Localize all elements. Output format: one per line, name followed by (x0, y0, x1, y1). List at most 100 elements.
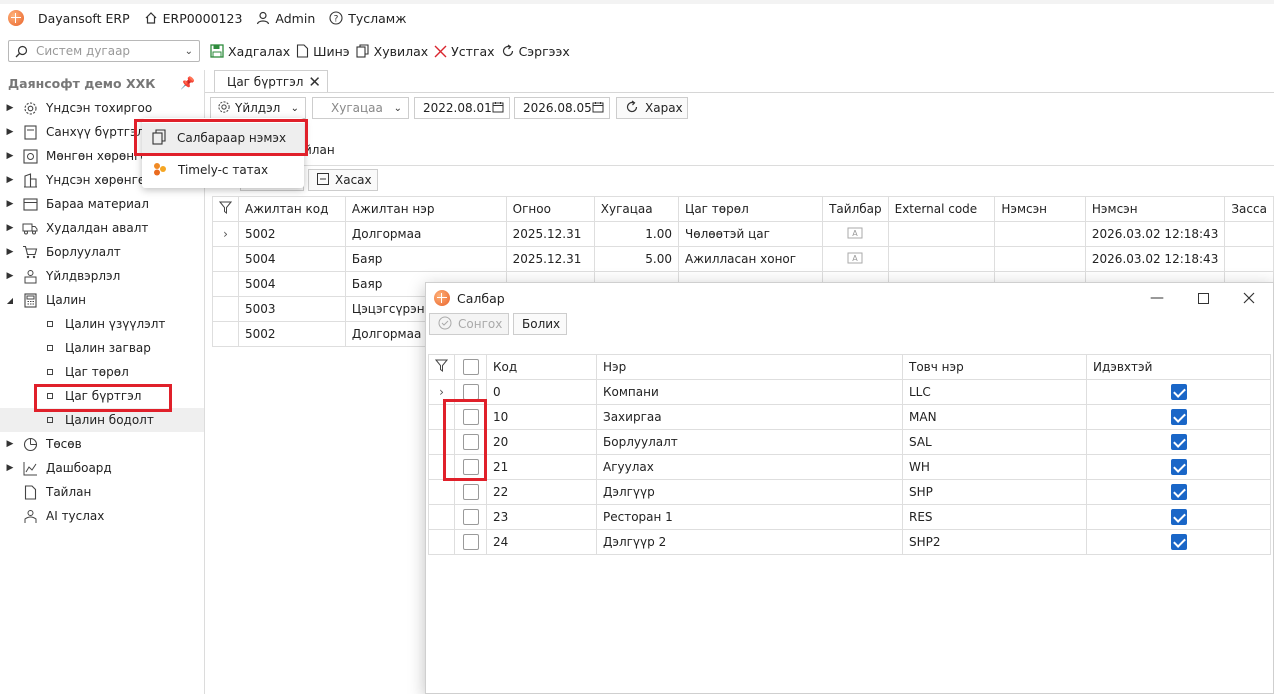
active-checkbox[interactable] (1170, 434, 1187, 450)
view-button[interactable]: Харах (616, 97, 688, 119)
close-icon[interactable] (1234, 287, 1264, 309)
active-checkbox[interactable] (1170, 509, 1187, 525)
row-checkbox[interactable] (462, 509, 479, 525)
col-added-by[interactable]: Нэмсэн (994, 196, 1086, 222)
sidebar-subitem-time-type[interactable]: Цаг төрөл (0, 360, 204, 384)
report-tab-fragment[interactable]: йлан (304, 143, 335, 157)
copy-button[interactable]: Хувилах (356, 44, 428, 59)
calendar-icon[interactable] (592, 101, 604, 116)
expand-arrow-icon[interactable]: ▶ (2, 151, 18, 161)
active-checkbox[interactable] (1170, 384, 1187, 400)
chevron-down-icon[interactable]: ⌄ (185, 46, 193, 57)
sidebar-item-production[interactable]: ▶ Үйлдвэрлэл (0, 264, 204, 288)
calendar-icon[interactable] (492, 101, 504, 116)
col-code[interactable]: Код (486, 354, 597, 380)
expand-arrow-icon[interactable]: ▶ (2, 247, 18, 257)
col-active[interactable]: Идэвхтэй (1086, 354, 1271, 380)
expand-arrow-icon[interactable]: ▶ (2, 463, 18, 473)
expand-arrow-icon[interactable]: ▶ (2, 175, 18, 185)
col-description[interactable]: Тайлбар (822, 196, 889, 222)
new-button[interactable]: Шинэ (296, 44, 350, 59)
sidebar-item-dashboard[interactable]: ▶ Дашбоард (0, 456, 204, 480)
table-row[interactable]: 21 Агуулах WH (428, 454, 1271, 480)
sidebar-subitem-payroll-indicator[interactable]: Цалин үзүүлэлт (0, 312, 204, 336)
col-name[interactable]: Нэр (596, 354, 903, 380)
remove-button[interactable]: Хасах (308, 169, 378, 191)
expand-arrow-icon[interactable]: ▶ (2, 103, 18, 113)
sidebar-subitem-time-entry[interactable]: Цаг бүртгэл (0, 384, 204, 408)
sidebar-item-payroll[interactable]: ◢ Цалин (0, 288, 204, 312)
sidebar-item-budget[interactable]: ▶ Төсөв (0, 432, 204, 456)
select-button[interactable]: Сонгох (429, 313, 509, 335)
sidebar-item-purchase[interactable]: ▶ Худалдан авалт (0, 216, 204, 240)
table-row[interactable]: 23 Ресторан 1 RES (428, 504, 1271, 530)
save-button[interactable]: Хадгалах (210, 44, 290, 59)
expand-arrow-icon[interactable]: ▶ (2, 439, 18, 449)
expand-arrow-icon[interactable]: ▶ (2, 271, 18, 281)
active-checkbox[interactable] (1170, 484, 1187, 500)
col-external-code[interactable]: External code (887, 196, 996, 222)
filter-icon[interactable] (212, 196, 239, 222)
close-icon[interactable]: ✕ (308, 73, 321, 91)
row-expander-icon[interactable]: › (428, 379, 455, 405)
table-row[interactable]: › 0 Компани LLC (428, 379, 1271, 405)
col-date[interactable]: Огноо (505, 196, 595, 222)
table-row[interactable]: 20 Борлуулалт SAL (428, 429, 1271, 455)
table-row[interactable]: › 5002 Долгормаа 2025.12.31 1.00 Чөлөөтэ… (212, 221, 1274, 247)
table-row[interactable]: 10 Захиргаа MAN (428, 404, 1271, 430)
sidebar-item-settings[interactable]: ▶ Үндсэн тохиргоо (0, 96, 204, 120)
sidebar-subitem-payroll-calc[interactable]: Цалин бодолт (0, 408, 204, 432)
system-number-search[interactable]: ⌄ (8, 40, 200, 62)
row-checkbox[interactable] (462, 434, 479, 450)
row-checkbox[interactable] (462, 534, 479, 550)
collapse-arrow-icon[interactable]: ◢ (2, 296, 18, 305)
delete-button[interactable]: Устгах (434, 44, 495, 59)
search-input[interactable] (28, 43, 185, 59)
col-employee-code[interactable]: Ажилтан код (238, 196, 346, 222)
row-checkbox[interactable] (462, 484, 479, 500)
active-checkbox[interactable] (1170, 409, 1187, 425)
row-checkbox[interactable] (462, 459, 479, 475)
expand-arrow-icon[interactable]: ▶ (2, 223, 18, 233)
expand-arrow-icon[interactable]: ▶ (2, 127, 18, 137)
sidebar-item-ai-assistant[interactable]: AI туслах (0, 504, 204, 528)
col-employee-name[interactable]: Ажилтан нэр (344, 196, 507, 222)
pin-icon[interactable]: 📌 (180, 76, 195, 90)
tab-time-entry[interactable]: Цаг бүртгэл ✕ (214, 70, 328, 92)
col-modified[interactable]: Засса (1224, 196, 1274, 222)
col-time-type[interactable]: Цаг төрөл (678, 196, 824, 222)
row-checkbox[interactable] (462, 409, 479, 425)
select-all-checkbox[interactable] (462, 359, 479, 375)
sidebar-item-report[interactable]: Тайлан (0, 480, 204, 504)
table-row[interactable]: 24 Дэлгүүр 2 SHP2 (428, 529, 1271, 555)
table-row[interactable]: 5004 Баяр 2025.12.31 5.00 Ажилласан хоно… (212, 246, 1274, 272)
period-dropdown[interactable]: Хугацаа ⌄ (312, 97, 409, 119)
refresh-button[interactable]: Сэргээх (501, 44, 570, 59)
minimize-icon[interactable]: — (1142, 287, 1172, 309)
cancel-button[interactable]: Болих (513, 313, 567, 335)
maximize-icon[interactable] (1188, 287, 1218, 309)
sidebar-item-inventory[interactable]: ▶ Бараа материал (0, 192, 204, 216)
row-expander-icon[interactable]: › (212, 221, 239, 247)
sidebar-subitem-payroll-template[interactable]: Цалин загвар (0, 336, 204, 360)
filter-icon[interactable] (428, 354, 455, 380)
note-icon[interactable]: A (822, 221, 889, 247)
help-link[interactable]: ? Тусламж (329, 11, 407, 26)
expand-arrow-icon[interactable]: ▶ (2, 199, 18, 209)
user-menu[interactable]: Admin (256, 11, 315, 26)
sidebar-item-sales[interactable]: ▶ Борлуулалт (0, 240, 204, 264)
home-link[interactable]: ERP0000123 (144, 11, 242, 26)
table-row[interactable]: 22 Дэлгүүр SHP (428, 479, 1271, 505)
row-checkbox[interactable] (462, 384, 479, 400)
date-to-field[interactable]: 2026.08.05 (514, 97, 610, 119)
date-from-field[interactable]: 2022.08.01 (414, 97, 510, 119)
col-short-name[interactable]: Товч нэр (902, 354, 1087, 380)
col-added-at[interactable]: Нэмсэн (1084, 196, 1226, 222)
action-dropdown[interactable]: Үйлдэл ⌄ (210, 97, 306, 119)
col-hours[interactable]: Хугацаа (593, 196, 680, 222)
active-checkbox[interactable] (1170, 534, 1187, 550)
menu-item-import-timely[interactable]: Timely-с татах (142, 155, 304, 185)
active-checkbox[interactable] (1170, 459, 1187, 475)
note-icon[interactable]: A (822, 246, 889, 272)
menu-item-add-by-branch[interactable]: Салбараар нэмэх (142, 123, 304, 153)
